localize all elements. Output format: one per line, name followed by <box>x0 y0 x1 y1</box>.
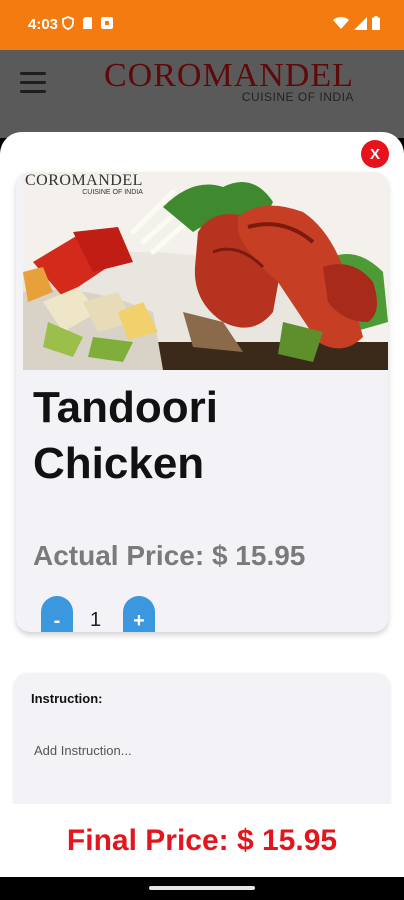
decrement-button[interactable]: - <box>41 596 73 632</box>
sd-card-icon <box>83 17 92 29</box>
media-icon <box>101 17 113 29</box>
increment-button[interactable]: + <box>123 596 155 632</box>
product-dialog: X COROMANDEL CUISINE OF INDIA Tandoori C… <box>0 132 404 877</box>
image-logo-tagline: CUISINE OF INDIA <box>82 189 143 196</box>
close-button[interactable]: X <box>361 140 389 168</box>
system-nav-bar <box>0 877 404 900</box>
product-image: COROMANDEL CUISINE OF INDIA <box>23 172 388 370</box>
battery-icon <box>372 16 380 30</box>
signal-icon <box>354 16 367 30</box>
status-time: 4:03 <box>28 16 59 33</box>
shield-icon <box>62 16 74 30</box>
image-logo: COROMANDEL CUISINE OF INDIA <box>25 172 143 196</box>
hamburger-menu-icon[interactable] <box>20 72 46 94</box>
brand-logo: COROMANDEL CUISINE OF INDIA <box>104 57 354 105</box>
final-price-bar: Final Price: $ 15.95 <box>0 804 404 877</box>
instruction-input[interactable] <box>34 743 364 758</box>
product-title: Tandoori Chicken <box>33 383 218 488</box>
instruction-label: Instruction: <box>31 691 103 706</box>
app-header: COROMANDEL CUISINE OF INDIA <box>0 50 404 138</box>
actual-price: Actual Price: $ 15.95 <box>33 540 306 571</box>
status-bar: 4:03 <box>0 0 404 50</box>
wifi-icon <box>333 16 349 29</box>
image-logo-name: COROMANDEL <box>25 172 143 189</box>
quantity-value: 1 <box>90 609 102 631</box>
brand-name: COROMANDEL <box>104 57 354 94</box>
product-card: COROMANDEL CUISINE OF INDIA Tandoori Chi… <box>16 172 388 632</box>
home-indicator[interactable] <box>149 886 255 890</box>
instruction-card: Instruction: <box>14 673 390 823</box>
final-price: Final Price: $ 15.95 <box>66 824 338 857</box>
